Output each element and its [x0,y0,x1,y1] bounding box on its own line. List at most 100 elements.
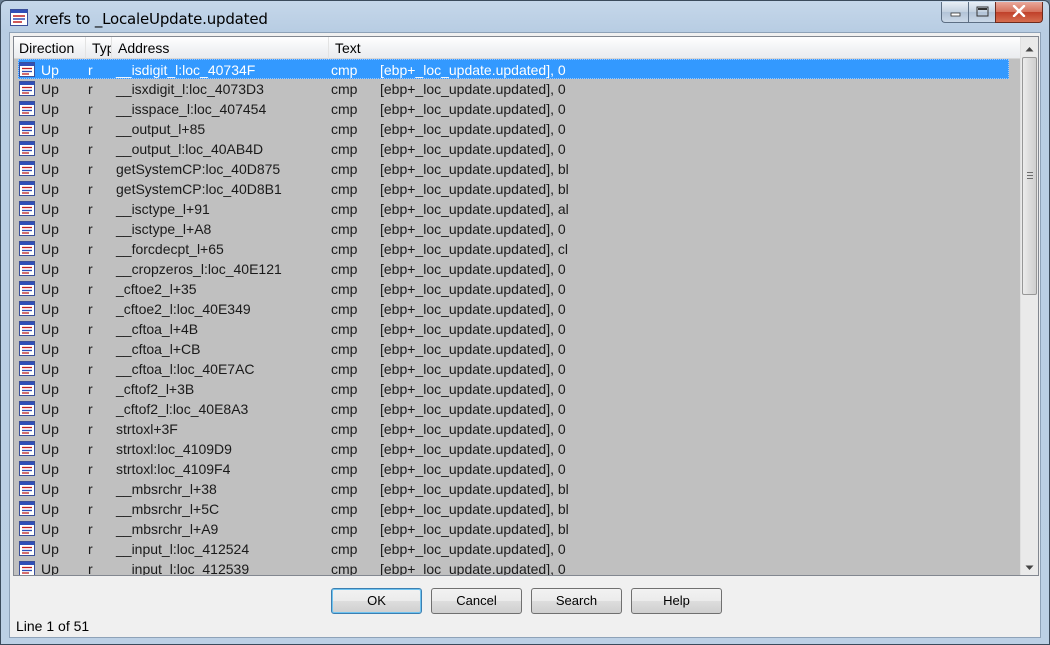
column-header-address[interactable]: Address [113,37,329,59]
cell-operands: [ebp+_loc_update.updated], 0 [380,141,566,157]
cell-address: __output_l+85 [116,121,206,137]
cell-direction: Up [41,62,59,78]
cell-direction: Up [41,441,59,457]
table-row[interactable]: Up r _cftof2_l:loc_40E8A3 cmp [ebp+_loc_upda… [14,399,1021,419]
table-row[interactable]: Up r __isdigit_l:loc_40734F cmp [ebp+_loc_up… [18,59,1009,79]
column-header-text[interactable]: Text [330,37,1021,59]
scroll-thumb[interactable] [1022,57,1037,295]
xrefs-dialog-window: xrefs to _LocaleUpdate.updated Direction… [0,0,1050,645]
cell-type: r [88,521,93,537]
cell-direction: Up [41,381,59,397]
cell-direction: Up [41,541,59,557]
close-button[interactable] [995,2,1043,23]
cell-type: r [88,81,93,97]
cell-type: r [88,281,93,297]
cell-address: __isdigit_l:loc_40734F [116,62,256,78]
table-row[interactable]: Up r __forcdecpt_l+65 cmp [ebp+_loc_update.u… [14,239,1021,259]
cell-type: r [88,541,93,557]
search-button[interactable]: Search [531,588,622,614]
cell-mnemonic: cmp [331,141,358,157]
vertical-scrollbar[interactable] [1020,37,1038,575]
cell-type: r [88,181,93,197]
column-header-direction[interactable]: Direction [14,37,86,59]
scroll-grip [1027,175,1033,176]
xref-row-icon [19,401,35,416]
xrefs-list[interactable]: Direction Typ Address Text Up r __isdigit_… [13,36,1039,576]
window-title: xrefs to _LocaleUpdate.updated [35,10,268,28]
column-header-type[interactable]: Typ [87,37,112,59]
xref-row-icon [19,461,35,476]
scroll-up-button[interactable] [1021,38,1038,55]
minimize-button[interactable] [941,2,968,23]
table-row[interactable]: Up r strtoxl:loc_4109D9 cmp [ebp+_loc_update… [14,439,1021,459]
cell-address: _cftoe2_l+35 [116,281,197,297]
cell-address: __mbsrchr_l+A9 [116,521,219,537]
table-row[interactable]: Up r __mbsrchr_l+5C cmp [ebp+_loc_update.upd… [14,499,1021,519]
cell-address: __isspace_l:loc_407454 [116,101,267,117]
cell-type: r [88,101,93,117]
table-row[interactable]: Up r __input_l:loc_412539 cmp [ebp+_loc_upda… [14,559,1021,576]
cell-address: __cftoa_l+CB [116,341,201,357]
table-row[interactable]: Up r __cftoa_l:loc_40E7AC cmp [ebp+_loc_upda… [14,359,1021,379]
scroll-grip [1027,172,1033,173]
xref-row-icon [19,421,35,436]
help-button[interactable]: Help [631,588,722,614]
cell-address: strtoxl:loc_4109D9 [116,441,232,457]
cell-operands: [ebp+_loc_update.updated], 0 [380,541,566,557]
table-row[interactable]: Up r getSystemCP:loc_40D8B1 cmp [ebp+_loc_up… [14,179,1021,199]
table-row[interactable]: Up r __isctype_l+A8 cmp [ebp+_loc_update.upd… [14,219,1021,239]
table-row[interactable]: Up r __input_l:loc_412524 cmp [ebp+_loc_upda… [14,539,1021,559]
cancel-button[interactable]: Cancel [431,588,522,614]
table-row[interactable]: Up r strtoxl+3F cmp [ebp+_loc_update.updated… [14,419,1021,439]
cell-mnemonic: cmp [331,301,358,317]
table-row[interactable]: Up r getSystemCP:loc_40D875 cmp [ebp+_loc_up… [14,159,1021,179]
cell-type: r [88,381,93,397]
cell-mnemonic: cmp [331,401,358,417]
cell-operands: [ebp+_loc_update.updated], cl [380,241,568,257]
table-row[interactable]: Up r __output_l+85 cmp [ebp+_loc_update.upda… [14,119,1021,139]
xref-row-icon [19,141,35,156]
table-row[interactable]: Up r __cftoa_l+CB cmp [ebp+_loc_update.updat… [14,339,1021,359]
cell-operands: [ebp+_loc_update.updated], bl [380,481,569,497]
cell-operands: [ebp+_loc_update.updated], 0 [380,321,566,337]
ok-button[interactable]: OK [331,588,422,614]
cell-direction: Up [41,461,59,477]
cell-operands: [ebp+_loc_update.updated], 0 [380,561,566,576]
cell-operands: [ebp+_loc_update.updated], 0 [380,261,566,277]
dialog-client-area: Direction Typ Address Text Up r __isdigit_… [9,32,1041,638]
cell-address: __cftoa_l:loc_40E7AC [116,361,255,377]
table-row[interactable]: Up r _cftoe2_l+35 cmp [ebp+_loc_update.updat… [14,279,1021,299]
table-row[interactable]: Up r __cropzeros_l:loc_40E121 cmp [ebp+_loc_… [14,259,1021,279]
cell-address: __forcdecpt_l+65 [116,241,224,257]
table-row[interactable]: Up r _cftoe2_l:loc_40E349 cmp [ebp+_loc_upda… [14,299,1021,319]
cell-type: r [88,221,93,237]
xref-row-icon [19,261,35,276]
table-row[interactable]: Up r strtoxl:loc_4109F4 cmp [ebp+_loc_update… [14,459,1021,479]
cell-direction: Up [41,361,59,377]
title-bar[interactable]: xrefs to _LocaleUpdate.updated [1,1,1049,35]
table-row[interactable]: Up r _cftof2_l+3B cmp [ebp+_loc_update.updat… [14,379,1021,399]
cell-operands: [ebp+_loc_update.updated], 0 [380,62,566,78]
table-row[interactable]: Up r __isctype_l+91 cmp [ebp+_loc_update.upd… [14,199,1021,219]
cell-address: __isctype_l+A8 [116,221,212,237]
cell-mnemonic: cmp [331,121,358,137]
xref-row-icon [19,241,35,256]
table-row[interactable]: Up r __output_l:loc_40AB4D cmp [ebp+_loc_upd… [14,139,1021,159]
scroll-down-button[interactable] [1021,557,1038,574]
cell-operands: [ebp+_loc_update.updated], 0 [380,221,566,237]
cell-mnemonic: cmp [331,261,358,277]
table-row[interactable]: Up r __mbsrchr_l+38 cmp [ebp+_loc_update.upd… [14,479,1021,499]
table-row[interactable]: Up r __isspace_l:loc_407454 cmp [ebp+_loc_up… [14,99,1021,119]
table-row[interactable]: Up r __mbsrchr_l+A9 cmp [ebp+_loc_update.upd… [14,519,1021,539]
table-row[interactable]: Up r __cftoa_l+4B cmp [ebp+_loc_update.updat… [14,319,1021,339]
maximize-button[interactable] [968,2,995,23]
cell-type: r [88,501,93,517]
cell-direction: Up [41,121,59,137]
minimize-icon [950,4,961,20]
cell-direction: Up [41,561,59,576]
table-row[interactable]: Up r __isxdigit_l:loc_4073D3 cmp [ebp+_loc_u… [14,79,1021,99]
xref-row-icon [19,441,35,456]
cell-mnemonic: cmp [331,221,358,237]
cell-mnemonic: cmp [331,501,358,517]
cell-operands: [ebp+_loc_update.updated], 0 [380,461,566,477]
